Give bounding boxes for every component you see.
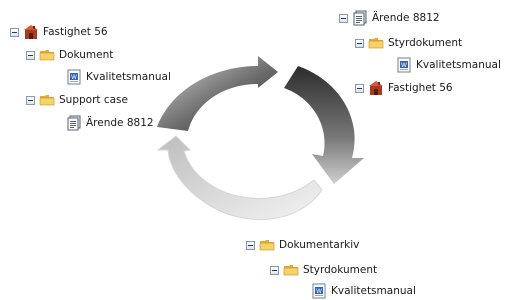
- tree-node-label: Kvalitetsmanual: [331, 285, 416, 297]
- tree-node-label: Fastighet 56: [388, 82, 453, 94]
- tree-node-fastighet-56[interactable]: Fastighet 56: [355, 80, 453, 96]
- folder-icon: [39, 95, 55, 106]
- case-document-icon: [67, 115, 81, 131]
- collapse-toggle-icon[interactable]: [26, 95, 35, 105]
- tree-node-kvalitetsmanual[interactable]: W Kvalitetsmanual: [66, 69, 171, 85]
- svg-text:W: W: [401, 62, 407, 69]
- tree-node-arende-8812[interactable]: Ärende 8812: [66, 115, 154, 131]
- collapse-toggle-icon[interactable]: [26, 50, 35, 60]
- word-document-icon: W: [397, 57, 411, 73]
- tree-node-label: Dokumentarkiv: [279, 239, 360, 251]
- collapse-toggle-icon[interactable]: [10, 27, 19, 37]
- tree-node-styrdokument[interactable]: Styrdokument: [270, 262, 377, 278]
- collapse-toggle-icon[interactable]: [355, 83, 364, 93]
- folder-icon: [283, 265, 299, 276]
- tree-node-label: Styrdokument: [303, 264, 378, 276]
- tree-node-arende-8812[interactable]: Ärende 8812: [339, 10, 440, 26]
- folder-icon: [39, 50, 55, 61]
- case-document-icon: [353, 10, 367, 26]
- tree-node-dokument[interactable]: Dokument: [26, 47, 113, 63]
- svg-text:W: W: [71, 74, 77, 81]
- tree-node-kvalitetsmanual[interactable]: W Kvalitetsmanual: [396, 57, 501, 73]
- tree-node-label: Fastighet 56: [43, 26, 108, 38]
- tree-node-dokumentarkiv[interactable]: Dokumentarkiv: [246, 237, 359, 253]
- tree-node-label: Ärende 8812: [372, 12, 440, 24]
- cycle-arrow-top: [157, 56, 278, 131]
- property-icon: [369, 81, 383, 95]
- folder-icon: [259, 240, 275, 251]
- word-document-icon: W: [312, 283, 326, 299]
- tree-node-fastighet-56[interactable]: Fastighet 56: [10, 24, 108, 40]
- svg-text:W: W: [316, 288, 322, 295]
- collapse-toggle-icon[interactable]: [355, 38, 364, 48]
- tree-node-label: Dokument: [59, 49, 114, 61]
- collapse-toggle-icon[interactable]: [270, 265, 279, 275]
- property-icon: [24, 25, 38, 39]
- tree-node-label: Styrdokument: [388, 37, 463, 49]
- cycle-arrow-left: [156, 135, 323, 220]
- tree-node-support-case[interactable]: Support case: [26, 92, 128, 108]
- folder-icon: [368, 38, 384, 49]
- tree-node-kvalitetsmanual[interactable]: W Kvalitetsmanual: [311, 283, 416, 299]
- tree-node-label: Support case: [59, 94, 128, 106]
- tree-node-label: Ärende 8812: [86, 117, 154, 129]
- collapse-toggle-icon[interactable]: [246, 240, 255, 250]
- word-document-icon: W: [67, 69, 81, 85]
- tree-node-label: Kvalitetsmanual: [416, 59, 501, 71]
- tree-node-label: Kvalitetsmanual: [86, 71, 171, 83]
- tree-node-styrdokument[interactable]: Styrdokument: [355, 35, 462, 51]
- collapse-toggle-icon[interactable]: [339, 13, 348, 23]
- cycle-arrow-right: [284, 66, 364, 184]
